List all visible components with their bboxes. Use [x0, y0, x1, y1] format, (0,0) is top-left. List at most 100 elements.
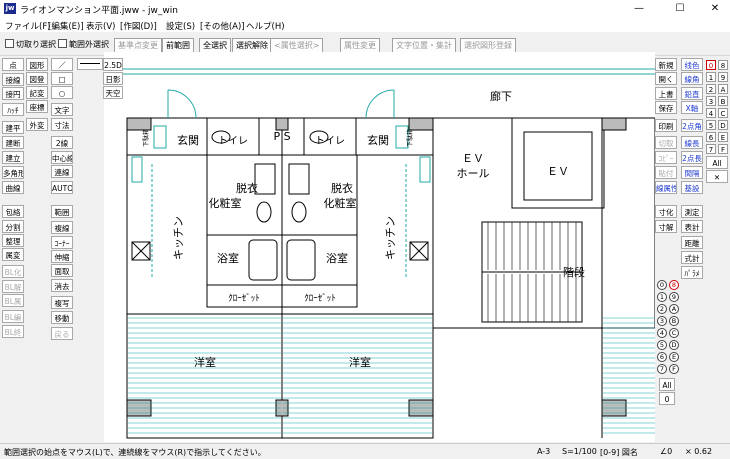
file-tool-2[interactable]: 上書: [655, 87, 677, 100]
menu-help[interactable]: ヘルプ(H): [246, 20, 285, 32]
tool-button-shape-0[interactable]: 図形: [26, 58, 48, 71]
tool-button-shape-2[interactable]: 記変: [26, 86, 48, 99]
layer-button-5[interactable]: 5: [706, 120, 716, 130]
draw-tool-10[interactable]: 複線: [51, 221, 73, 234]
maximize-button[interactable]: ☐: [665, 2, 695, 16]
group-button-2[interactable]: 2: [657, 304, 667, 314]
view-tool-2[interactable]: 天空: [103, 86, 123, 99]
tool-button-8[interactable]: 曲線: [2, 181, 24, 194]
file-tool-0[interactable]: 新規: [655, 58, 677, 71]
group-zero-button[interactable]: 0: [659, 392, 675, 405]
tool-button-3[interactable]: ﾊｯﾁ: [2, 103, 24, 116]
draw-tool-5[interactable]: 2線: [51, 136, 73, 149]
draw-tool-7[interactable]: 連線: [51, 165, 73, 178]
dim-tool-3[interactable]: 表計: [681, 220, 703, 233]
menu-file[interactable]: ファイル(F): [5, 20, 51, 32]
tool-button-shape-4[interactable]: 外変: [26, 118, 48, 131]
tool-button-13[interactable]: BL化: [2, 265, 24, 278]
layer-button-C[interactable]: C: [718, 108, 728, 118]
draw-tool-11[interactable]: ｺｰﾅｰ: [51, 236, 73, 249]
layer-button-D[interactable]: D: [718, 120, 728, 130]
drawing-canvas[interactable]: 廊下 玄関 トイレ P S トイレ 玄関 脱衣 化粧室 脱衣 化粧室 ＥＶ ホー…: [104, 52, 655, 442]
group-button-F[interactable]: F: [669, 364, 679, 374]
group-button-8[interactable]: 8: [669, 280, 679, 290]
tool-button-1[interactable]: 接線: [2, 73, 24, 86]
layer-button-4[interactable]: 4: [706, 108, 716, 118]
draw-tool-12[interactable]: 伸縮: [51, 250, 73, 263]
base-change-button[interactable]: 基準点変更: [114, 38, 162, 53]
draw-tool-0[interactable]: ／: [51, 58, 73, 71]
group-all-button[interactable]: All: [659, 378, 675, 391]
crop-select-checkbox[interactable]: 切取り選択: [5, 38, 56, 51]
menu-edit[interactable]: [編集(E)]: [48, 20, 84, 32]
layer-button-A[interactable]: A: [718, 84, 728, 94]
group-button-A[interactable]: A: [669, 304, 679, 314]
group-button-9[interactable]: 9: [669, 292, 679, 302]
draw-tool-15[interactable]: 複写: [51, 296, 73, 309]
file-tool-4[interactable]: 印刷: [655, 119, 677, 132]
layer-name[interactable]: [0-9] 図名: [600, 447, 638, 458]
dim-tool-0[interactable]: 寸化: [655, 205, 677, 218]
draw-tool-1[interactable]: □: [51, 72, 73, 85]
file-tool-7[interactable]: 貼付: [655, 166, 677, 179]
tool-button-7[interactable]: 多角形: [2, 166, 24, 179]
line-tool-3[interactable]: X軸: [681, 101, 703, 114]
prev-range-button[interactable]: 前範囲: [162, 38, 194, 53]
scale-indicator[interactable]: S=1/100: [562, 447, 597, 456]
close-button[interactable]: ✕: [700, 2, 730, 16]
line-tool-2[interactable]: 鉛直: [681, 87, 703, 100]
layer-button-B[interactable]: B: [718, 96, 728, 106]
group-button-C[interactable]: C: [669, 328, 679, 338]
layer-button-E[interactable]: E: [718, 132, 728, 142]
menu-draw[interactable]: [作図(D)]: [120, 20, 157, 32]
tool-button-shape-3[interactable]: 座標: [26, 100, 48, 113]
select-all-button[interactable]: 全選択: [199, 38, 231, 53]
tool-button-11[interactable]: 整理: [2, 234, 24, 247]
layer-button-2[interactable]: 2: [706, 84, 716, 94]
select-register-button[interactable]: 選択図形登録: [460, 38, 516, 53]
layer-button-6[interactable]: 6: [706, 132, 716, 142]
line-tool-8[interactable]: 基設: [681, 181, 703, 194]
draw-tool-3[interactable]: 文字: [51, 103, 73, 116]
group-button-5[interactable]: 5: [657, 340, 667, 350]
calc-tool-1[interactable]: ﾊﾟﾗﾒ: [681, 266, 703, 279]
line-tool-1[interactable]: 線角: [681, 72, 703, 85]
tool-button-9[interactable]: 包絡: [2, 205, 24, 218]
line-tool-4[interactable]: 2点角: [681, 119, 703, 132]
file-tool-6[interactable]: ｺﾋﾟｰ: [655, 151, 677, 164]
attr-select-button[interactable]: <属性選択>: [270, 38, 324, 53]
layer-button-7[interactable]: 7: [706, 144, 716, 154]
tool-button-15[interactable]: BL属: [2, 294, 24, 307]
calc-tool-0[interactable]: 式計: [681, 251, 703, 264]
group-button-B[interactable]: B: [669, 316, 679, 326]
text-position-button[interactable]: 文字位置・集計: [392, 38, 456, 53]
menu-view[interactable]: 表示(V): [86, 20, 115, 32]
draw-tool-17[interactable]: 戻る: [51, 327, 73, 340]
tool-button-10[interactable]: 分割: [2, 220, 24, 233]
line-tool-6[interactable]: 2点長: [681, 151, 703, 164]
tool-button-0[interactable]: 点: [2, 58, 24, 71]
tool-button-12[interactable]: 属変: [2, 248, 24, 261]
group-button-6[interactable]: 6: [657, 352, 667, 362]
tool-button-17[interactable]: BL終: [2, 325, 24, 338]
paper-size[interactable]: A-3: [537, 447, 550, 456]
view-tool-1[interactable]: 日影: [103, 72, 123, 85]
line-tool-7[interactable]: 間隔: [681, 166, 703, 179]
layer-button-1[interactable]: 1: [706, 72, 716, 82]
draw-tool-8[interactable]: AUTO: [51, 181, 73, 194]
group-button-D[interactable]: D: [669, 340, 679, 350]
angle-indicator[interactable]: ∠0: [660, 447, 672, 456]
dim-tool-1[interactable]: 寸解: [655, 220, 677, 233]
tool-button-4[interactable]: 建平: [2, 121, 24, 134]
line-style-indicator[interactable]: [77, 58, 103, 70]
minimize-button[interactable]: —: [624, 2, 654, 16]
layer-button-9[interactable]: 9: [718, 72, 728, 82]
layer-button-8[interactable]: 8: [718, 60, 728, 70]
line-tool-5[interactable]: 線長: [681, 136, 703, 149]
dim-tool-2[interactable]: 測定: [681, 205, 703, 218]
file-tool-5[interactable]: 切取: [655, 136, 677, 149]
group-button-1[interactable]: 1: [657, 292, 667, 302]
file-tool-1[interactable]: 開く: [655, 72, 677, 85]
draw-tool-14[interactable]: 消去: [51, 279, 73, 292]
file-tool-3[interactable]: 保存: [655, 101, 677, 114]
